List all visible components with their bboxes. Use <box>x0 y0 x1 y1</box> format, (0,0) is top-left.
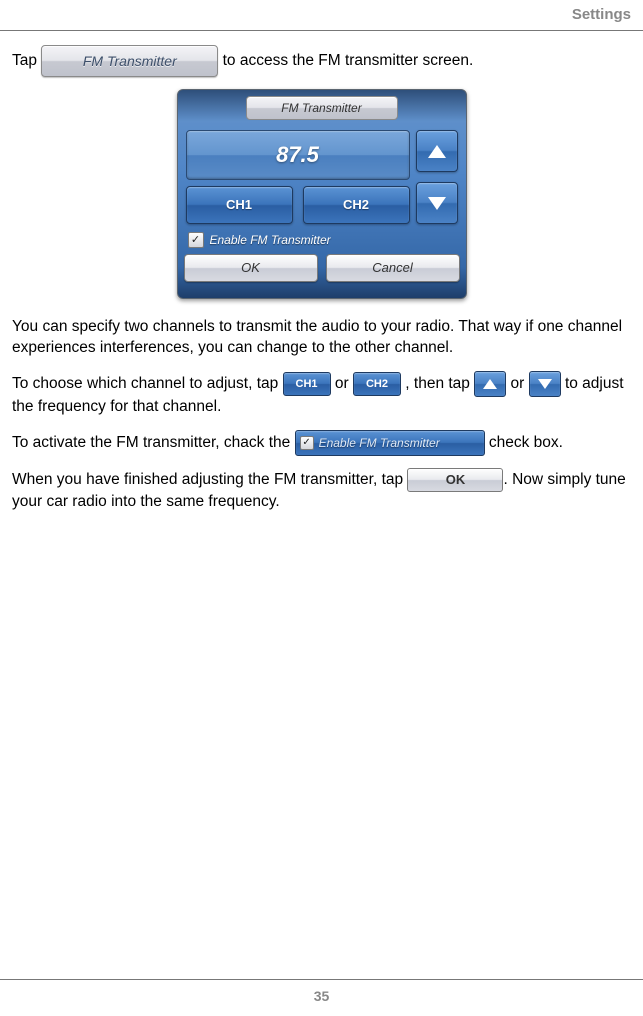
screenshot-footer: OK Cancel <box>184 254 460 282</box>
intro-line: Tap FM Transmitter to access the FM tran… <box>12 45 631 77</box>
intro-rest: to access the FM transmitter screen. <box>223 52 474 69</box>
triangle-down-icon <box>428 197 446 210</box>
page-header: Settings <box>0 0 643 31</box>
p3-b: or <box>335 375 353 392</box>
enable-checkbox: ✓ <box>188 232 204 248</box>
screenshot-title-wrap: FM Transmitter <box>184 96 460 120</box>
page-footer: 35 <box>0 979 643 1016</box>
freq-up-inline-button <box>474 371 506 397</box>
fm-transmitter-screenshot: FM Transmitter 87.5 CH1 CH2 ✓ Enable FM … <box>177 89 467 299</box>
paragraph-5: When you have finished adjusting the FM … <box>12 468 631 513</box>
arrow-col <box>416 130 458 224</box>
frequency-display: 87.5 <box>186 130 410 180</box>
p3-a: To choose which channel to adjust, tap <box>12 375 283 392</box>
p5-a: When you have finished adjusting the FM … <box>12 471 407 488</box>
enable-checkbox-row: ✓ Enable FM Transmitter <box>184 230 460 248</box>
screenshot-title: FM Transmitter <box>246 96 398 120</box>
enable-checkbox-label: Enable FM Transmitter <box>210 232 331 248</box>
ch1-inline-button: CH1 <box>283 372 331 396</box>
triangle-down-icon <box>538 379 552 389</box>
page: Settings Tap FM Transmitter to access th… <box>0 0 643 1016</box>
p4-a: To activate the FM transmitter, chack th… <box>12 434 295 451</box>
freq-down-inline-button <box>529 371 561 397</box>
channel-row: CH1 CH2 <box>186 186 410 224</box>
paragraph-3: To choose which channel to adjust, tap C… <box>12 371 631 418</box>
triangle-up-icon <box>483 379 497 389</box>
paragraph-4: To activate the FM transmitter, chack th… <box>12 430 631 456</box>
enable-checkbox-inline: ✓ Enable FM Transmitter <box>295 430 485 456</box>
p3-c: , then tap <box>405 375 474 392</box>
enable-checkbox-inline-label: Enable FM Transmitter <box>319 435 440 451</box>
ok-inline-button: OK <box>407 468 503 492</box>
enable-checkbox-inline-box: ✓ <box>300 436 314 450</box>
screenshot-left-col: 87.5 CH1 CH2 <box>186 130 410 224</box>
freq-down-button <box>416 182 458 224</box>
ch1-button: CH1 <box>186 186 293 224</box>
freq-up-button <box>416 130 458 172</box>
ch2-button: CH2 <box>303 186 410 224</box>
intro-tap: Tap <box>12 52 37 69</box>
screenshot-mid: 87.5 CH1 CH2 <box>184 126 460 224</box>
page-number: 35 <box>314 988 330 1004</box>
p4-b: check box. <box>489 434 563 451</box>
cancel-button: Cancel <box>326 254 460 282</box>
header-title: Settings <box>572 6 631 23</box>
ch2-inline-button: CH2 <box>353 372 401 396</box>
content-area: Tap FM Transmitter to access the FM tran… <box>0 31 643 979</box>
ok-button: OK <box>184 254 318 282</box>
fm-transmitter-button-inline: FM Transmitter <box>41 45 218 77</box>
p3-d: or <box>511 375 529 392</box>
triangle-up-icon <box>428 145 446 158</box>
paragraph-2: You can specify two channels to transmit… <box>12 317 631 359</box>
